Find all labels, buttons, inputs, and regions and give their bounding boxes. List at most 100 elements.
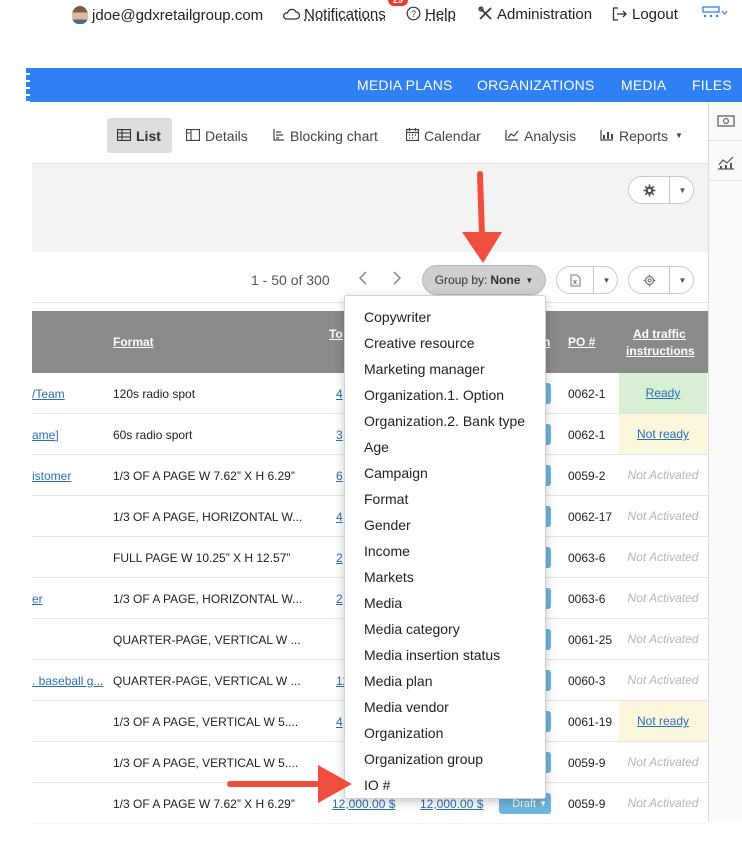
group-by-option[interactable]: Format xyxy=(345,486,545,512)
help-label: Help xyxy=(425,6,456,23)
chart-icon[interactable] xyxy=(717,154,735,170)
row-total[interactable]: 2 xyxy=(336,551,343,565)
tab-analysis[interactable]: Analysis xyxy=(495,118,586,153)
row-total[interactable]: 4 xyxy=(336,387,343,401)
group-by-option[interactable]: Organization group xyxy=(345,746,545,772)
row-po: 0060-3 xyxy=(568,674,606,688)
row-format: 1/3 OF A PAGE, HORIZONTAL W... xyxy=(113,592,303,606)
row-name[interactable]: er xyxy=(32,592,43,606)
row-total-2[interactable]: 12,000.00 $ xyxy=(420,797,483,811)
row-po: 0062-17 xyxy=(568,510,613,524)
row-name[interactable]: ame] xyxy=(32,428,59,442)
group-by-option[interactable]: Gender xyxy=(345,512,545,538)
group-by-option[interactable]: Media vendor xyxy=(345,694,545,720)
nav-media[interactable]: MEDIA xyxy=(621,77,666,93)
nav-media-plans[interactable]: MEDIA PLANS xyxy=(357,77,453,93)
chevron-down-icon[interactable]: ▼ xyxy=(593,267,617,293)
row-po: 0062-1 xyxy=(568,428,606,442)
row-total[interactable]: 3 xyxy=(336,428,343,442)
row-name[interactable]: . baseball g... xyxy=(32,674,103,688)
administration-link[interactable]: Administration xyxy=(478,6,592,23)
logout-link[interactable]: Logout xyxy=(612,6,678,23)
excel-file-icon[interactable] xyxy=(557,267,593,293)
row-ad-traffic-status[interactable]: Ready xyxy=(619,373,707,413)
row-format: 120s radio spot xyxy=(113,387,196,401)
group-by-option[interactable]: IO # xyxy=(345,772,545,798)
row-ad-traffic-status[interactable]: Not ready xyxy=(619,414,707,454)
column-header-total[interactable]: To xyxy=(329,327,343,341)
row-name[interactable]: istomer xyxy=(32,469,71,483)
apps-menu[interactable] xyxy=(702,6,728,22)
list-icon xyxy=(116,128,132,143)
group-by-option[interactable]: Media insertion status xyxy=(345,642,545,668)
group-by-button[interactable]: Group by: None ▼ xyxy=(422,265,546,295)
column-header-ad-traffic[interactable]: instructions xyxy=(626,344,695,358)
group-by-option[interactable]: Copywriter xyxy=(345,304,545,330)
gear-icon[interactable] xyxy=(629,267,669,293)
row-ad-traffic-status: Not Activated xyxy=(627,796,699,810)
row-total[interactable]: 6 xyxy=(336,469,343,483)
group-by-option[interactable]: Media plan xyxy=(345,668,545,694)
group-by-option[interactable]: Age xyxy=(345,434,545,460)
bottom-fade xyxy=(0,822,742,850)
nav-files[interactable]: FILES xyxy=(692,77,732,93)
table-settings-button[interactable]: ▼ xyxy=(628,266,694,294)
tab-details[interactable]: Details xyxy=(176,118,258,153)
column-header-format[interactable]: Format xyxy=(113,335,154,349)
row-ad-traffic-status[interactable]: Not ready xyxy=(619,701,707,741)
group-by-option[interactable]: Markets xyxy=(345,564,545,590)
row-name[interactable]: /Team xyxy=(32,387,65,401)
group-by-option[interactable]: Media category xyxy=(345,616,545,642)
group-by-option[interactable]: Organization.2. Bank type xyxy=(345,408,545,434)
help-link[interactable]: ? Help xyxy=(406,6,456,23)
row-format: FULL PAGE W 10.25” X H 12.57” xyxy=(113,551,291,565)
previous-page-icon[interactable] xyxy=(358,270,368,291)
chevron-down-icon[interactable]: ▼ xyxy=(669,177,693,203)
row-total[interactable]: 12,000.00 $ xyxy=(332,797,395,811)
group-by-option[interactable]: Income xyxy=(345,538,545,564)
tab-calendar[interactable]: Calendar xyxy=(396,118,491,153)
row-total[interactable]: 2 xyxy=(336,592,343,606)
top-bar: jdoe@gdxretailgroup.com Notifications 29… xyxy=(0,0,742,32)
tab-label: Blocking chart xyxy=(290,127,378,144)
row-total[interactable]: 4 xyxy=(336,715,343,729)
row-po: 0062-1 xyxy=(568,387,606,401)
chevron-down-icon: ▼ xyxy=(675,131,683,140)
row-format: 1/3 OF A PAGE, HORIZONTAL W... xyxy=(113,510,303,524)
row-total[interactable]: 4 xyxy=(336,510,343,524)
gear-icon[interactable] xyxy=(629,177,669,203)
row-ad-traffic-status: Not Activated xyxy=(627,550,699,564)
svg-text:?: ? xyxy=(411,9,416,19)
panel-settings-button[interactable]: ▼ xyxy=(628,176,694,204)
export-excel-button[interactable]: ▼ xyxy=(556,266,618,294)
tab-label: Calendar xyxy=(424,127,481,144)
column-header-po[interactable]: PO # xyxy=(568,335,595,349)
group-by-option[interactable]: Creative resource xyxy=(345,330,545,356)
group-by-option[interactable]: Organization.1. Option xyxy=(345,382,545,408)
group-by-option[interactable]: Organization xyxy=(345,720,545,746)
tools-icon xyxy=(478,6,493,23)
budget-icon[interactable] xyxy=(717,114,735,130)
notifications-link[interactable]: Notifications xyxy=(282,6,386,23)
nav-organizations[interactable]: ORGANIZATIONS xyxy=(477,77,594,93)
cloud-bell-icon xyxy=(282,7,301,23)
row-po: 0059-9 xyxy=(568,797,606,811)
row-po: 0063-6 xyxy=(568,551,606,565)
details-icon xyxy=(185,128,201,143)
panel-divider xyxy=(709,140,742,141)
tab-list[interactable]: List xyxy=(107,118,172,153)
row-format: QUARTER-PAGE, VERTICAL W ... xyxy=(113,633,301,647)
notifications-badge: 29 xyxy=(388,0,409,6)
row-format: 1/3 OF A PAGE, VERTICAL W 5.... xyxy=(113,756,299,770)
group-by-option[interactable]: Media xyxy=(345,590,545,616)
user-menu[interactable]: jdoe@gdxretailgroup.com xyxy=(72,6,263,24)
tab-blocking-chart[interactable]: Blocking chart xyxy=(263,118,388,153)
group-by-option[interactable]: Marketing manager xyxy=(345,356,545,382)
column-header-ad-traffic[interactable]: Ad traffic xyxy=(633,327,686,341)
next-page-icon[interactable] xyxy=(392,270,402,291)
blocking-chart-icon xyxy=(273,128,285,143)
tab-reports[interactable]: Reports ▼ xyxy=(590,118,693,153)
row-po: 0063-6 xyxy=(568,592,606,606)
group-by-option[interactable]: Campaign xyxy=(345,460,545,486)
chevron-down-icon[interactable]: ▼ xyxy=(669,267,693,293)
